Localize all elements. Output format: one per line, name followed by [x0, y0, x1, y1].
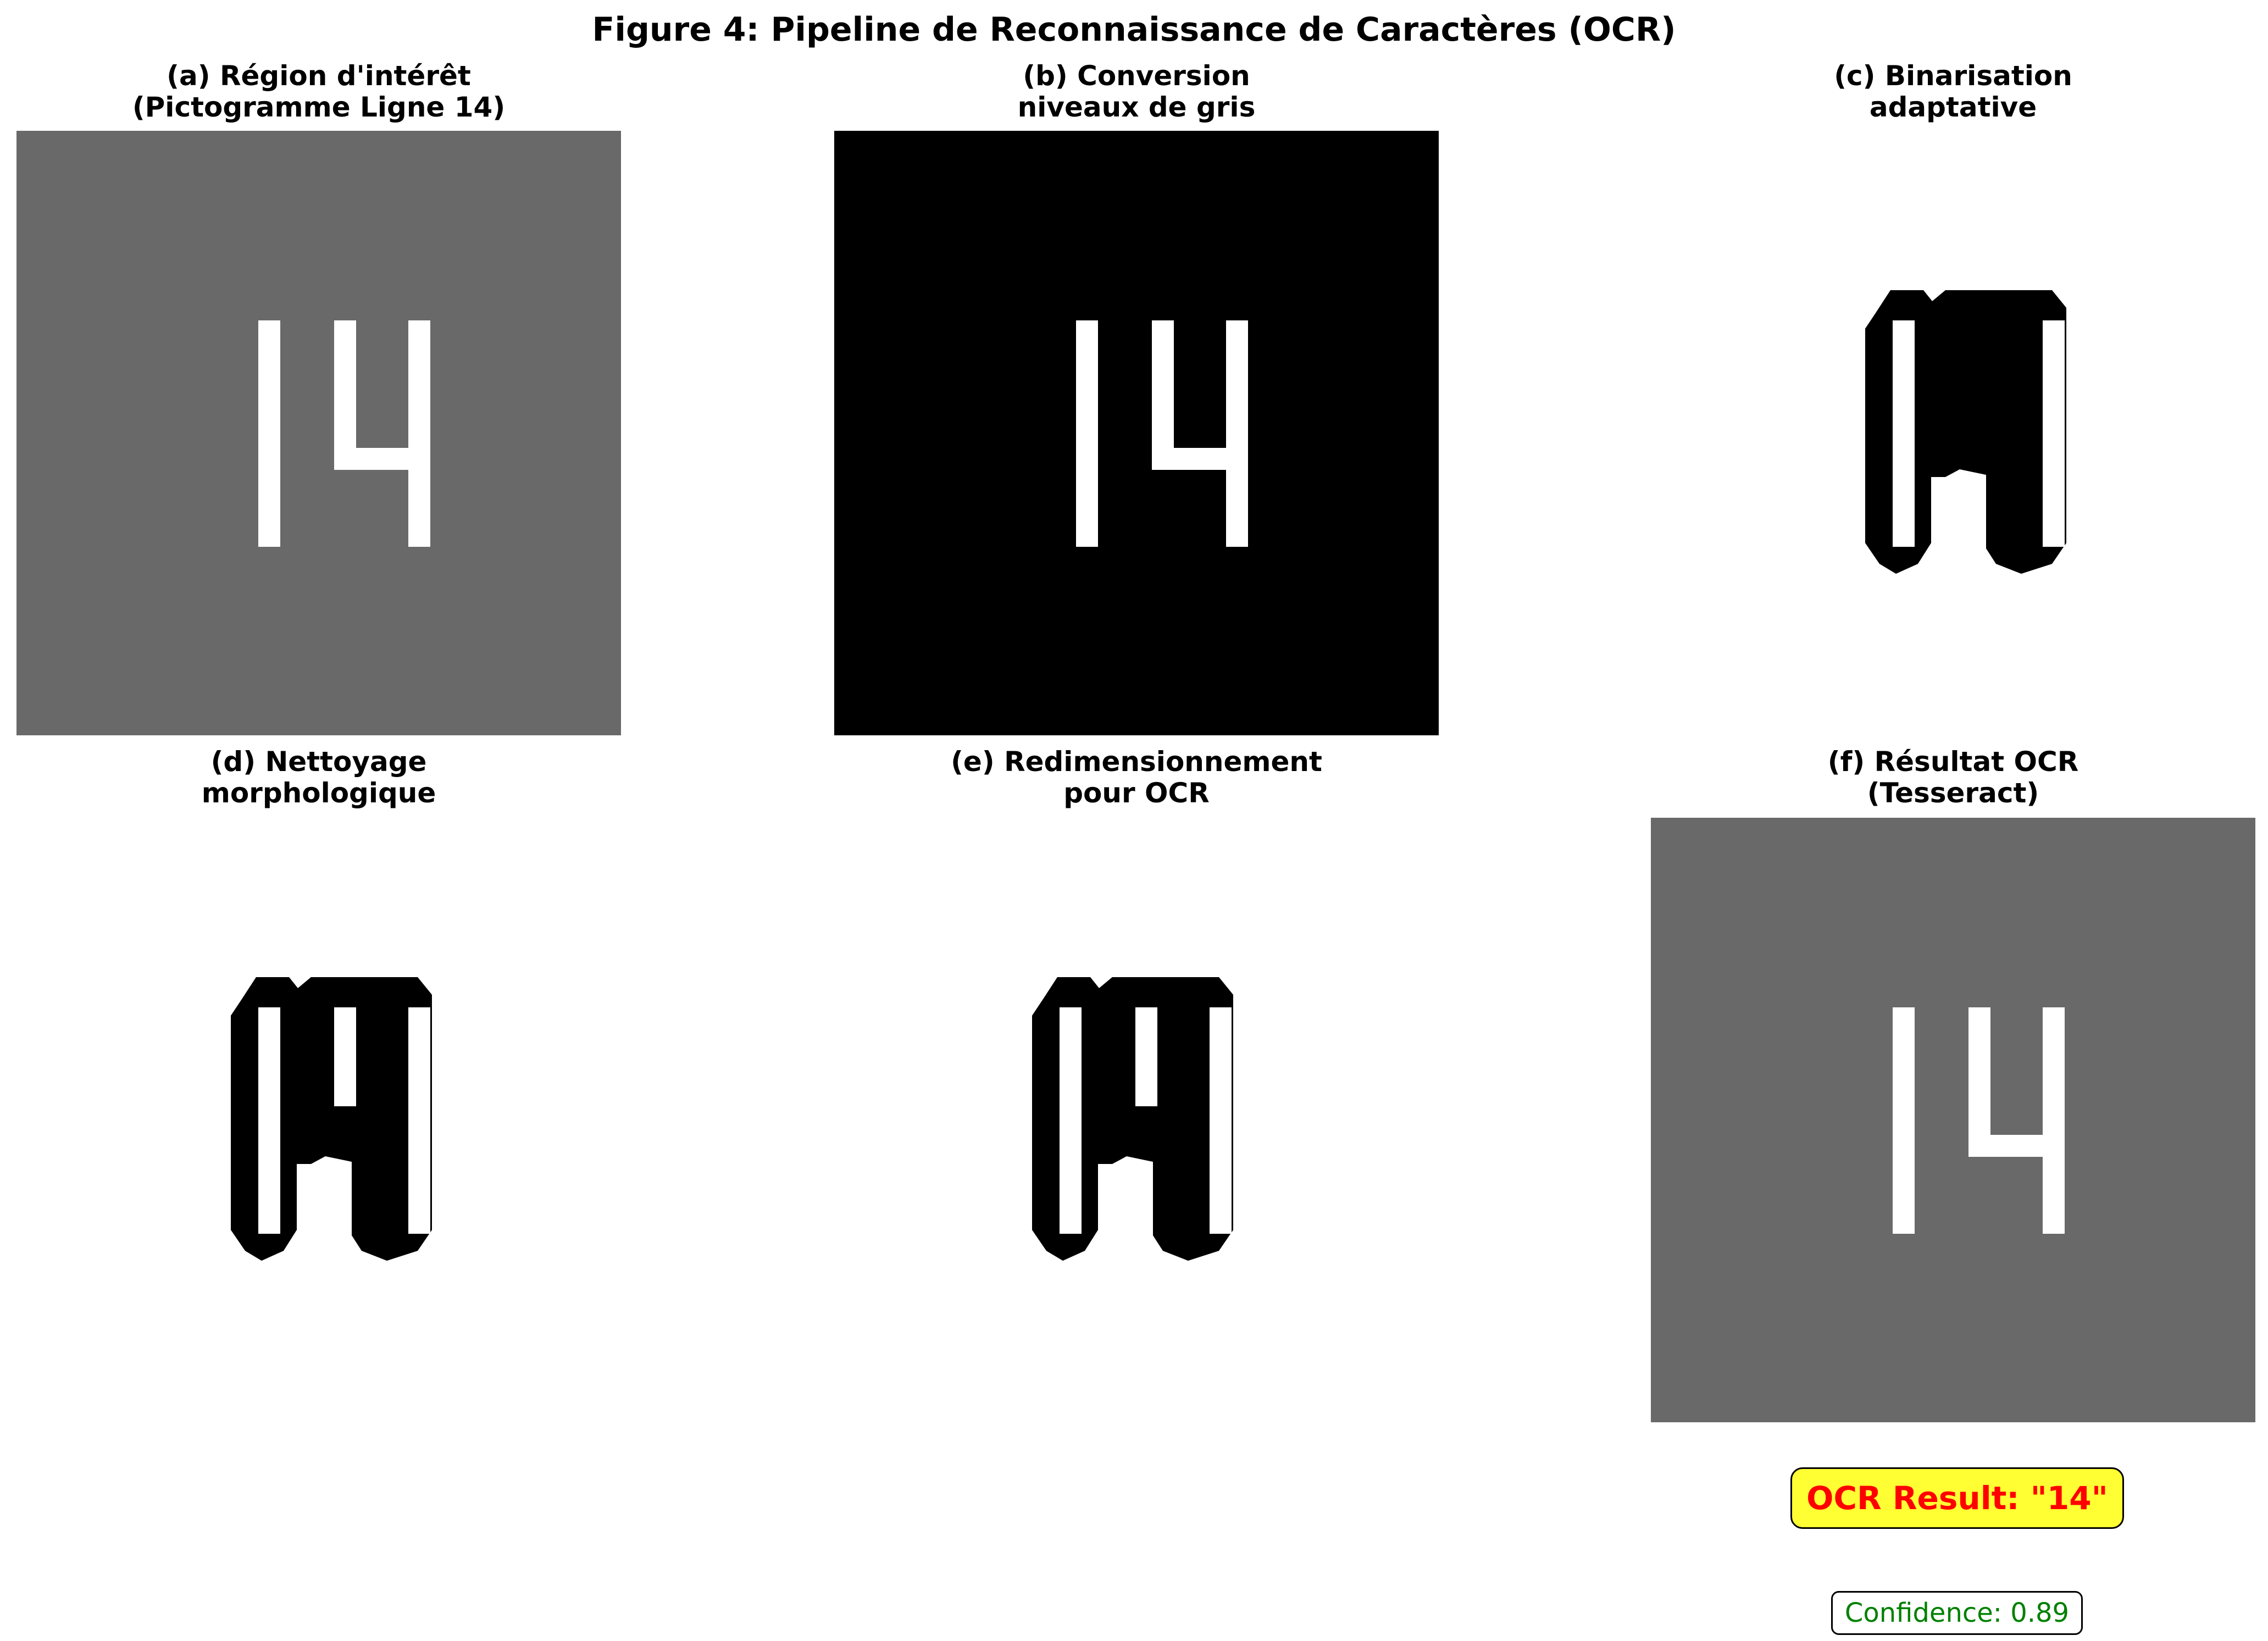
panel-d-title-line1: (d) Nettoyage [210, 746, 427, 778]
ocr-result-badge: OCR Result: "14" [1790, 1467, 2124, 1529]
panel-d-title-line2: morphologique [201, 777, 436, 809]
panel-e-title-line2: pour OCR [1063, 777, 1210, 809]
panel-b-title: (b) Conversion niveaux de gris [834, 60, 1439, 123]
panel-c-title: (c) Binarisation adaptative [1651, 60, 2255, 123]
panel-f-image [1651, 818, 2255, 1422]
panel-e-title: (e) Redimensionnement pour OCR [834, 746, 1439, 809]
panel-b-title-line2: niveaux de gris [1017, 91, 1256, 123]
panel-c-title-line1: (c) Binarisation [1834, 60, 2072, 92]
panel-f-title-line2: (Tesseract) [1867, 777, 2039, 809]
panel-d-image [16, 818, 621, 1422]
panel-f-title: (f) Résultat OCR (Tesseract) [1651, 746, 2255, 809]
panel-f-title-line1: (f) Résultat OCR [1827, 746, 2079, 778]
panel-c-image [1651, 131, 2255, 735]
panel-a-title-line1: (a) Région d'intérêt [167, 60, 471, 92]
confidence-badge: Confidence: 0.89 [1831, 1591, 2083, 1635]
panel-d-title: (d) Nettoyage morphologique [16, 746, 621, 809]
panel-b-image [834, 131, 1439, 735]
panel-a-title: (a) Région d'intérêt (Pictogramme Ligne … [16, 60, 621, 123]
panel-a-title-line2: (Pictogramme Ligne 14) [132, 91, 506, 123]
panel-c-title-line2: adaptative [1869, 91, 2037, 123]
panel-e-image [834, 818, 1439, 1422]
figure-title: Figure 4: Pipeline de Reconnaissance de … [592, 10, 1676, 49]
panel-b-title-line1: (b) Conversion [1023, 60, 1250, 92]
panel-e-title-line1: (e) Redimensionnement [951, 746, 1322, 778]
panel-a-image [16, 131, 621, 735]
